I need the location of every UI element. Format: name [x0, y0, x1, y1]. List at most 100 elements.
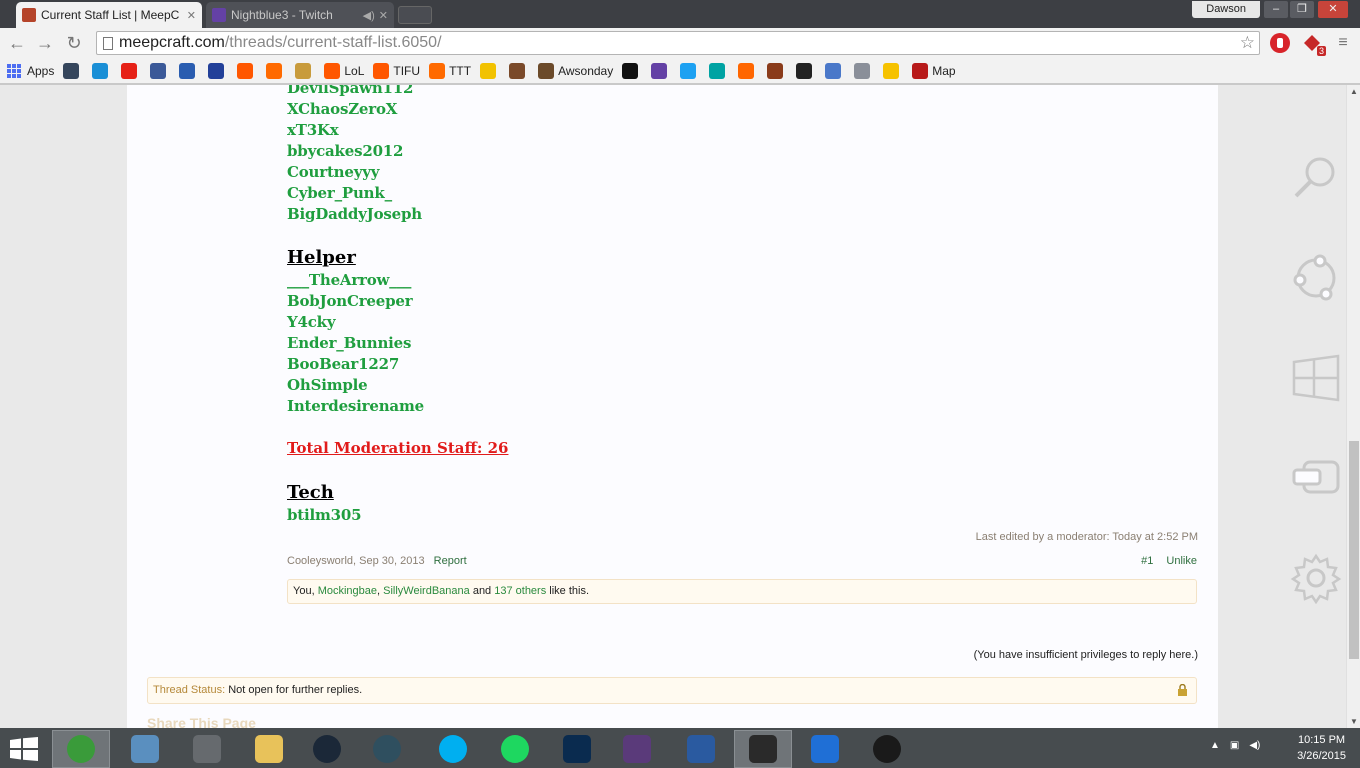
- bookmark-item[interactable]: [121, 62, 141, 79]
- bookmark-item[interactable]: [767, 62, 787, 79]
- tab-current-staff-list[interactable]: Current Staff List | MeepC ✕: [16, 2, 202, 28]
- post-author-date[interactable]: Cooleysworld, Sep 30, 2013: [287, 555, 425, 567]
- staff-name[interactable]: ___TheArrow___: [287, 270, 1197, 291]
- bookmark-item[interactable]: [92, 62, 112, 79]
- meepcraft-favicon-icon: [22, 8, 36, 22]
- volume-icon[interactable]: ◀): [1249, 740, 1260, 751]
- scroll-up-arrow-icon[interactable]: ▲: [1350, 87, 1358, 96]
- bookmark-item[interactable]: [883, 62, 903, 79]
- vertical-scrollbar[interactable]: ▲ ▼: [1346, 85, 1360, 728]
- staff-name[interactable]: BigDaddyJoseph: [287, 204, 1197, 225]
- staff-name[interactable]: bbycakes2012: [287, 141, 1197, 162]
- devices-charm-icon[interactable]: [1290, 452, 1342, 504]
- window-close-button[interactable]: ✕: [1318, 1, 1348, 18]
- start-charm-icon[interactable]: [1290, 352, 1342, 404]
- bookmark-item[interactable]: TIFU: [373, 62, 420, 79]
- liker-link[interactable]: SillyWeirdBanana: [383, 585, 470, 597]
- taskbar-gmod[interactable]: [796, 730, 854, 768]
- bookmark-item[interactable]: [825, 62, 845, 79]
- taskbar-record[interactable]: [858, 730, 916, 768]
- scroll-down-arrow-icon[interactable]: ▼: [1350, 717, 1358, 726]
- staff-name[interactable]: xT3Kx: [287, 120, 1197, 141]
- extension-icon[interactable]: 3: [1302, 33, 1326, 56]
- staff-name[interactable]: btilm305: [287, 505, 1197, 526]
- bookmark-item[interactable]: [480, 62, 500, 79]
- liker-link[interactable]: Mockingbae: [318, 585, 377, 597]
- forward-button[interactable]: →: [34, 32, 56, 54]
- bookmark-item[interactable]: [854, 62, 874, 79]
- tray-chevron-icon[interactable]: ▲: [1210, 740, 1220, 751]
- bookmark-item[interactable]: [738, 62, 758, 79]
- bookmark-item[interactable]: [622, 62, 642, 79]
- taskbar-league[interactable]: [548, 730, 606, 768]
- bookmark-item[interactable]: Map: [912, 62, 956, 79]
- taskbar-file-explorer[interactable]: [240, 730, 298, 768]
- staff-name[interactable]: Ender_Bunnies: [287, 333, 1197, 354]
- unlike-link[interactable]: Unlike: [1166, 555, 1197, 567]
- staff-name[interactable]: BobJonCreeper: [287, 291, 1197, 312]
- windows-start-button[interactable]: [10, 737, 38, 761]
- post-number-link[interactable]: #1: [1141, 555, 1153, 567]
- taskbar-skype[interactable]: [424, 730, 482, 768]
- bookmark-item[interactable]: TTT: [429, 62, 471, 79]
- bookmark-item[interactable]: LoL: [324, 62, 364, 79]
- bookmark-item[interactable]: Apps: [7, 63, 55, 78]
- bookmark-item[interactable]: [680, 62, 700, 79]
- bookmark-item[interactable]: [509, 62, 529, 79]
- taskbar-br[interactable]: [608, 730, 666, 768]
- restore-button[interactable]: ❐: [1290, 1, 1314, 18]
- tab-nightblue3[interactable]: Nightblue3 - Twitch ◀) ✕: [206, 2, 394, 28]
- staff-name[interactable]: Interdesirename: [287, 396, 1197, 417]
- taskbar-tools[interactable]: [178, 730, 236, 768]
- bookmark-item[interactable]: [266, 62, 286, 79]
- bookmark-item[interactable]: [295, 62, 315, 79]
- twitch-icon: [651, 62, 668, 79]
- taskbar-editor[interactable]: [672, 730, 730, 768]
- new-tab-button[interactable]: [398, 6, 432, 24]
- staff-name[interactable]: Y4cky: [287, 312, 1197, 333]
- back-button[interactable]: ←: [6, 32, 28, 54]
- staff-name[interactable]: OhSimple: [287, 375, 1197, 396]
- clock-date: 3/26/2015: [1297, 750, 1346, 762]
- mute-icon[interactable]: ◀): [363, 9, 375, 22]
- taskbar-chrome[interactable]: [52, 730, 110, 768]
- bookmark-item[interactable]: [63, 62, 83, 79]
- reload-button[interactable]: ↻: [63, 32, 85, 54]
- bookmark-item[interactable]: Awsonday: [538, 62, 613, 79]
- bookmark-item[interactable]: [179, 62, 199, 79]
- network-icon[interactable]: ▣: [1230, 740, 1239, 751]
- bookmark-item[interactable]: [150, 62, 170, 79]
- report-link[interactable]: Report: [434, 555, 467, 567]
- bookmark-item[interactable]: [709, 62, 729, 79]
- address-bar[interactable]: meepcraft.com/threads/current-staff-list…: [96, 31, 1260, 55]
- share-charm-icon[interactable]: [1290, 252, 1342, 304]
- bookmark-item[interactable]: [208, 62, 228, 79]
- taskbar-notepad[interactable]: [116, 730, 174, 768]
- profile-button[interactable]: Dawson: [1192, 1, 1260, 18]
- taskbar-flame[interactable]: [734, 730, 792, 768]
- menu-icon[interactable]: ≡: [1332, 32, 1354, 54]
- taskbar-teamspeak[interactable]: [358, 730, 416, 768]
- search-charm-icon[interactable]: [1290, 152, 1342, 204]
- taskbar-steam[interactable]: [298, 730, 356, 768]
- close-icon[interactable]: ✕: [379, 9, 388, 22]
- taskbar-spotify[interactable]: [486, 730, 544, 768]
- bookmark-label: Apps: [27, 63, 55, 78]
- bookmark-item[interactable]: [796, 62, 816, 79]
- adblock-icon[interactable]: [1270, 33, 1290, 53]
- bookmark-star-icon[interactable]: ☆: [1240, 32, 1255, 54]
- bookmark-item[interactable]: [651, 62, 671, 79]
- likers-others-link[interactable]: 137 others: [494, 585, 546, 597]
- staff-name[interactable]: DevilSpawn112: [287, 85, 1197, 99]
- staff-name[interactable]: Courtneyyy: [287, 162, 1197, 183]
- staff-name[interactable]: BooBear1227: [287, 354, 1197, 375]
- close-icon[interactable]: ✕: [187, 9, 196, 22]
- settings-charm-icon[interactable]: [1290, 552, 1342, 604]
- staff-name[interactable]: XChaosZeroX: [287, 99, 1197, 120]
- taskbar-clock[interactable]: 10:15 PM 3/26/2015: [1297, 732, 1346, 764]
- minimize-button[interactable]: –: [1264, 1, 1288, 18]
- staff-name[interactable]: Cyber_Punk_: [287, 183, 1197, 204]
- browser-toolbar: ← → ↻ meepcraft.com/threads/current-staf…: [0, 28, 1360, 58]
- scroll-thumb[interactable]: [1349, 441, 1359, 659]
- bookmark-item[interactable]: [237, 62, 257, 79]
